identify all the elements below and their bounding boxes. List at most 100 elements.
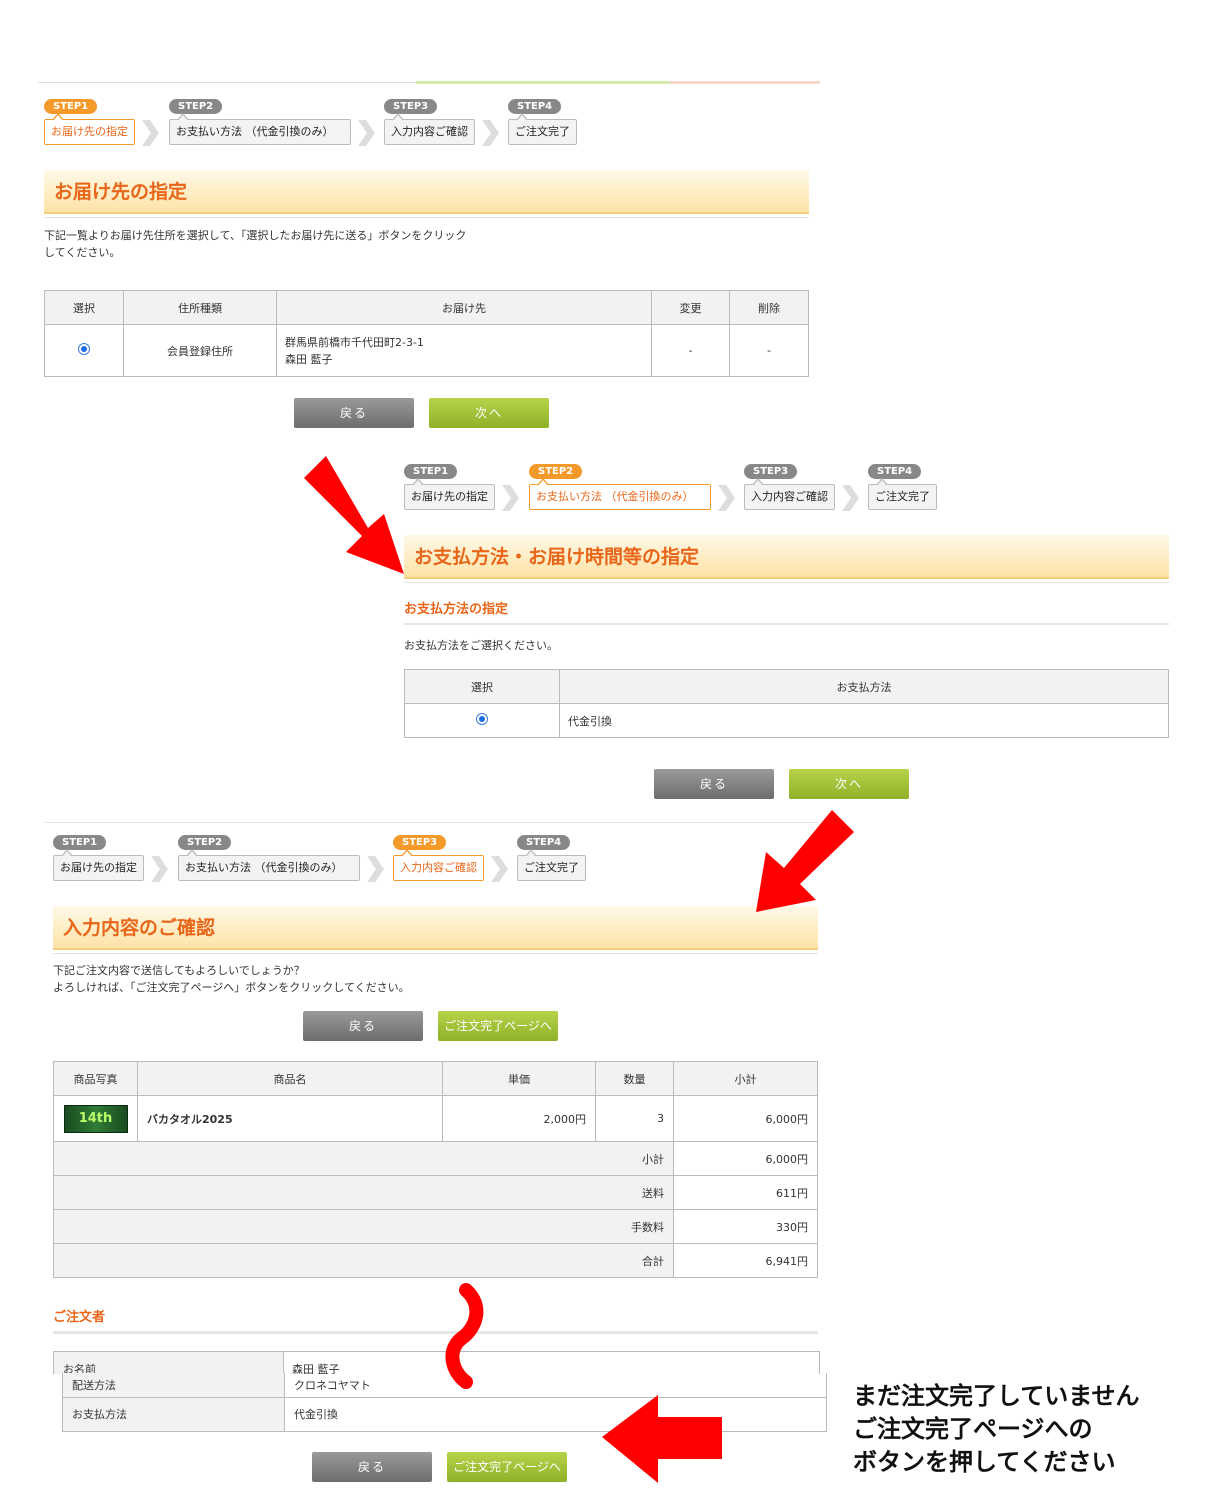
back-button[interactable]: 戻る bbox=[654, 769, 774, 799]
line-subtotal: 6,000円 bbox=[673, 1095, 818, 1142]
instruction-text: 下記一覧よりお届け先住所を選択して、「選択したお届け先に送る」ボタンをクリック … bbox=[44, 229, 467, 259]
address-radio[interactable] bbox=[78, 343, 90, 355]
summary-value: 6,000円 bbox=[673, 1141, 818, 1176]
step-badge: STEP4 bbox=[868, 464, 922, 479]
unit-price: 2,000円 bbox=[442, 1095, 596, 1142]
table-row: 代金引換 bbox=[404, 703, 1169, 738]
step-label: お届け先の指定 bbox=[44, 113, 135, 145]
note-line: まだ注文完了していません bbox=[853, 1382, 1140, 1410]
summary-value: 611円 bbox=[673, 1175, 818, 1210]
page-title: お届け先の指定 bbox=[44, 170, 809, 218]
step-4: STEP4 ご注文完了 bbox=[868, 463, 937, 510]
step-label: お支払い方法 （代金引換のみ） bbox=[178, 849, 360, 881]
address-cell: 群馬県前橋市千代田町2-3-1 森田 藍子 bbox=[276, 324, 652, 377]
step-2: STEP2 お支払い方法 （代金引換のみ） bbox=[178, 834, 360, 881]
instruction-text: お支払方法をご選択ください。 bbox=[404, 639, 558, 652]
complete-order-button[interactable]: ご注文完了ページへ bbox=[438, 1011, 558, 1041]
step-1: STEP1 お届け先の指定 bbox=[53, 834, 144, 881]
section-subtitle: お支払方法の指定 bbox=[404, 598, 1169, 625]
note-line: ご注文完了ページへの bbox=[853, 1415, 1093, 1443]
summary-value: 6,941円 bbox=[673, 1243, 818, 1278]
next-button[interactable]: 次へ bbox=[789, 769, 909, 799]
column-header: 変更 bbox=[651, 290, 730, 325]
summary-value: 330円 bbox=[673, 1209, 818, 1244]
column-header: 小計 bbox=[673, 1061, 818, 1096]
summary-label: 小計 bbox=[53, 1141, 674, 1176]
row-label: 配送方法 bbox=[62, 1373, 285, 1398]
step-badge: STEP1 bbox=[53, 835, 107, 850]
arrow-down-left-icon bbox=[756, 810, 854, 912]
step-4: STEP4 ご注文完了 bbox=[517, 834, 586, 881]
summary-row: 合計 6,941円 bbox=[53, 1243, 818, 1278]
squiggle-break-icon bbox=[445, 1283, 484, 1389]
summary-label: 合計 bbox=[53, 1243, 674, 1278]
step-label: お支払い方法 （代金引換のみ） bbox=[529, 478, 711, 510]
step-2: STEP2 お支払い方法 （代金引換のみ） bbox=[169, 98, 351, 145]
payment-table: 選択 お支払方法 代金引換 bbox=[404, 669, 1169, 738]
column-header: お届け先 bbox=[276, 290, 652, 325]
column-header: 削除 bbox=[729, 290, 809, 325]
row-label: お支払方法 bbox=[62, 1396, 285, 1432]
step-flow-3: STEP1 お届け先の指定 STEP2 お支払い方法 （代金引換のみ） STEP… bbox=[53, 834, 593, 888]
page-title: 入力内容のご確認 bbox=[53, 906, 818, 954]
back-button[interactable]: 戻る bbox=[294, 398, 414, 428]
row-value: 代金引換 bbox=[284, 1396, 827, 1432]
next-button[interactable]: 次へ bbox=[429, 398, 549, 428]
chevron-right-icon bbox=[502, 485, 519, 511]
back-button[interactable]: 戻る bbox=[312, 1452, 432, 1482]
step-2: STEP2 お支払い方法 （代金引換のみ） bbox=[529, 463, 711, 510]
step-label: ご注文完了 bbox=[508, 113, 577, 145]
chevron-right-icon bbox=[491, 856, 508, 882]
column-header: 商品名 bbox=[137, 1061, 443, 1096]
step-3: STEP3 入力内容ご確認 bbox=[384, 98, 475, 145]
column-header: 選択 bbox=[404, 669, 560, 704]
delete-cell[interactable]: - bbox=[729, 324, 809, 377]
step-label: 入力内容ご確認 bbox=[393, 849, 484, 881]
step-badge: STEP4 bbox=[517, 835, 571, 850]
step-1: STEP1 お届け先の指定 bbox=[404, 463, 495, 510]
header-divider bbox=[38, 81, 820, 87]
recipient-name: 森田 藍子 bbox=[285, 352, 333, 366]
order-table: 商品写真 商品名 単価 数量 小計 14th バカタオル2025 2,000円 … bbox=[53, 1061, 818, 1278]
chevron-right-icon bbox=[142, 120, 159, 146]
address-line: 群馬県前橋市千代田町2-3-1 bbox=[285, 335, 424, 349]
step-badge: STEP2 bbox=[529, 464, 583, 479]
step-badge: STEP1 bbox=[44, 99, 98, 114]
step-badge: STEP2 bbox=[178, 835, 232, 850]
arrow-left-icon bbox=[602, 1395, 722, 1483]
chevron-right-icon bbox=[842, 485, 859, 511]
product-name: バカタオル2025 bbox=[137, 1095, 443, 1142]
back-button[interactable]: 戻る bbox=[303, 1011, 423, 1041]
chevron-right-icon bbox=[367, 856, 384, 882]
step-4: STEP4 ご注文完了 bbox=[508, 98, 577, 145]
complete-order-button[interactable]: ご注文完了ページへ bbox=[447, 1452, 567, 1482]
step-3: STEP3 入力内容ご確認 bbox=[744, 463, 835, 510]
address-type: 会員登録住所 bbox=[123, 324, 277, 377]
column-header: 数量 bbox=[595, 1061, 674, 1096]
row-value: クロネコヤマト bbox=[284, 1373, 827, 1398]
step-label: ご注文完了 bbox=[868, 478, 937, 510]
product-thumbnail: 14th bbox=[63, 1104, 128, 1133]
step-badge: STEP2 bbox=[169, 99, 223, 114]
step-badge: STEP3 bbox=[393, 835, 447, 850]
step-badge: STEP1 bbox=[404, 464, 458, 479]
step-label: 入力内容ご確認 bbox=[384, 113, 475, 145]
table-row: 会員登録住所 群馬県前橋市千代田町2-3-1 森田 藍子 - - bbox=[44, 324, 809, 377]
address-table: 選択 住所種類 お届け先 変更 削除 会員登録住所 群馬県前橋市千代田町2-3-… bbox=[44, 290, 809, 377]
annotation-note: まだ注文完了していません ご注文完了ページへの ボタンを押してください bbox=[853, 1380, 1140, 1479]
column-header: 住所種類 bbox=[123, 290, 277, 325]
column-header: 商品写真 bbox=[53, 1061, 138, 1096]
chevron-right-icon bbox=[151, 856, 168, 882]
column-header: 単価 bbox=[442, 1061, 596, 1096]
note-line: ボタンを押してください bbox=[853, 1448, 1116, 1476]
summary-row: 手数料 330円 bbox=[53, 1209, 818, 1244]
column-header: お支払方法 bbox=[559, 669, 1169, 704]
step-flow-1: STEP1 お届け先の指定 STEP2 お支払い方法 （代金引換のみ） STEP… bbox=[44, 98, 584, 152]
edit-cell[interactable]: - bbox=[651, 324, 730, 377]
payment-radio[interactable] bbox=[476, 713, 488, 725]
divider bbox=[44, 822, 819, 823]
step-badge: STEP3 bbox=[744, 464, 798, 479]
step-flow-2: STEP1 お届け先の指定 STEP2 お支払い方法 （代金引換のみ） STEP… bbox=[404, 463, 944, 517]
payment-method: 代金引換 bbox=[559, 703, 1169, 738]
step-badge: STEP3 bbox=[384, 99, 438, 114]
